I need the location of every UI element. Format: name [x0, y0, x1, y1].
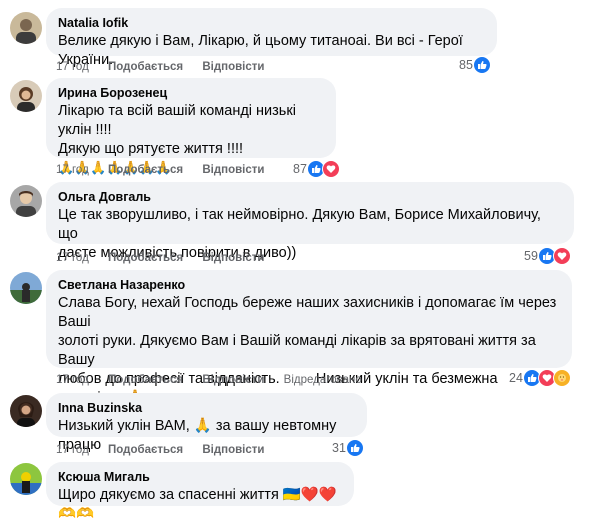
comment-author[interactable]: Светлана Назаренко — [58, 277, 560, 294]
reply-button[interactable]: Відповісти — [202, 252, 264, 264]
comment-text: Лікарю та всій вашій команді низькі уклі… — [58, 103, 296, 157]
comment-bubble: Inna Buzinska Низький уклін ВАМ, 🙏 за ва… — [46, 393, 367, 453]
like-button[interactable]: Подобається — [108, 444, 183, 456]
comment-text: Слава Богу, нехай Господь береже наших з… — [58, 295, 557, 406]
reaction-count: 31 — [332, 441, 346, 455]
like-reaction-icon — [472, 56, 491, 74]
reaction-summary[interactable]: 24 — [509, 369, 571, 387]
comment-time[interactable]: 17 год — [56, 61, 89, 73]
like-reaction-icon — [345, 439, 364, 457]
comment-text: Щиро дякуємо за спасенні життя 🇺🇦❤️❤️🫶🫶 — [58, 487, 337, 522]
comment-actions: 17 год Подобається Відповісти — [56, 443, 280, 457]
reaction-summary[interactable]: 85 — [459, 56, 491, 74]
reaction-summary[interactable]: 87 — [293, 160, 340, 178]
comment-time[interactable]: 17 год — [56, 164, 89, 176]
avatar[interactable] — [10, 395, 42, 427]
comment-author[interactable]: Inna Buzinska — [58, 400, 355, 417]
comment-bubble: Светлана Назаренко Слава Богу, нехай Гос… — [46, 270, 572, 424]
comment-author[interactable]: Ирина Борозенец — [58, 85, 324, 102]
reaction-count: 59 — [524, 249, 538, 263]
reaction-count: 85 — [459, 58, 473, 72]
reaction-count: 87 — [293, 162, 307, 176]
heart-reaction-icon — [552, 247, 571, 265]
comment-bubble: Ольга Довгаль Це так зворушливо, і так н… — [46, 182, 574, 261]
avatar[interactable] — [10, 80, 42, 112]
comment-time[interactable]: 17 год — [56, 252, 89, 264]
like-button[interactable]: Подобається — [108, 61, 183, 73]
comment-author[interactable]: Ксюша Мигаль — [58, 469, 342, 486]
heart-reaction-icon — [321, 160, 340, 178]
comment-author[interactable]: Ольга Довгаль — [58, 189, 562, 206]
like-button[interactable]: Подобається — [108, 164, 183, 176]
comment-author[interactable]: Natalia Iofik — [58, 15, 485, 32]
comment-bubble: Natalia Iofik Велике дякую і Вам, Лікарю… — [46, 8, 497, 68]
reply-button[interactable]: Відповісти — [202, 444, 264, 456]
comment-actions: 17 год Подобається Відповісти — [56, 60, 280, 74]
reaction-count: 24 — [509, 371, 523, 385]
comment-time[interactable]: 17 год — [56, 374, 89, 386]
reply-button[interactable]: Відповісти — [202, 61, 264, 73]
reply-button[interactable]: Відповісти — [202, 164, 264, 176]
like-button[interactable]: Подобається — [108, 252, 183, 264]
reply-button[interactable]: Відповісти — [202, 374, 264, 386]
avatar[interactable] — [10, 185, 42, 217]
like-button[interactable]: Подобається — [108, 374, 183, 386]
avatar[interactable] — [10, 12, 42, 44]
reaction-summary[interactable]: 59 — [524, 247, 571, 265]
avatar[interactable] — [10, 272, 42, 304]
comment-actions: 17 год Подобається Відповісти — [56, 163, 280, 177]
care-reaction-icon — [552, 369, 571, 387]
edited-label: Відредаговано — [283, 374, 362, 386]
comment-bubble: Ксюша Мигаль Щиро дякуємо за спасенні жи… — [46, 462, 354, 522]
reaction-summary[interactable]: 31 — [332, 439, 364, 457]
comment-bubble: Ирина Борозенец Лікарю та всій вашій ком… — [46, 78, 336, 175]
avatar[interactable] — [10, 463, 42, 495]
comment-actions: 17 год Подобається Відповісти — [56, 251, 280, 265]
comment-actions: 17 год Подобається Відповісти Відредагов… — [56, 373, 378, 387]
comment-time[interactable]: 17 год — [56, 444, 89, 456]
